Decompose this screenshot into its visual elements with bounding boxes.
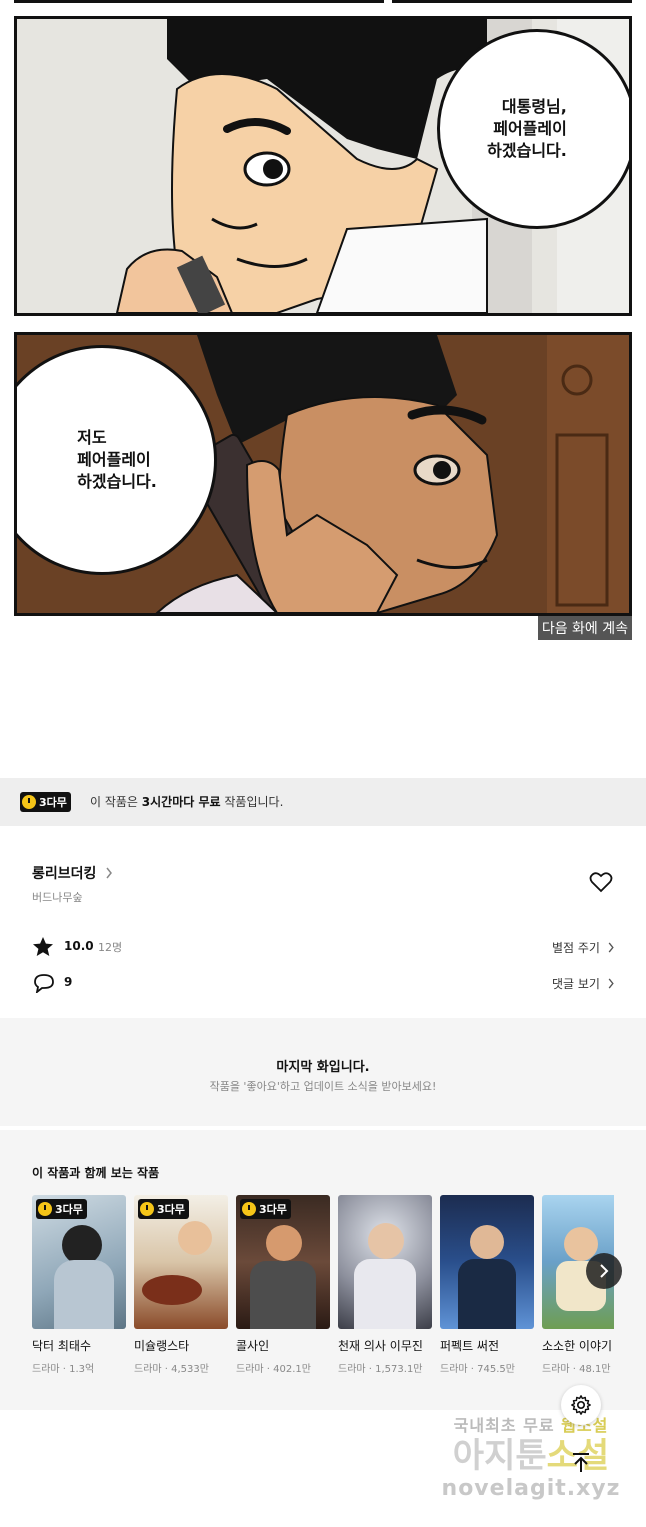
chevron-right-icon <box>608 942 614 953</box>
card-title: 미슐랭스타 <box>134 1339 190 1353</box>
cover-thumbnail <box>440 1195 534 1329</box>
comic-panel-1: 대통령님, 페어플레이 하겠습니다. <box>14 16 632 316</box>
previous-panel-edge <box>392 0 632 3</box>
card-meta: 드라마 · 1,573.1만 <box>338 1364 423 1375</box>
recommendation-card[interactable]: 3다무 콜사인 드라마 · 402.1만 <box>236 1195 330 1375</box>
card-title: 소소한 이야기 <box>542 1339 613 1353</box>
card-title: 퍼펙트 써전 <box>440 1339 500 1353</box>
recommendation-card[interactable]: 퍼펙트 써전 드라마 · 745.5만 <box>440 1195 534 1375</box>
cover-thumbnail <box>338 1195 432 1329</box>
free-notice-suffix: 작품입니다. <box>220 795 284 809</box>
watermark: 국내최초 무료 웹소설 아지툰소설 novelagit.xyz <box>426 1412 636 1501</box>
recommendation-card[interactable]: 천재 의사 이무진 드라마 · 1,573.1만 <box>338 1195 432 1375</box>
card-meta: 드라마 · 4,533만 <box>134 1364 209 1375</box>
card-meta: 드라마 · 48.1만 <box>542 1364 611 1375</box>
rating-count: 12명 <box>98 941 123 954</box>
clock-icon <box>38 1202 52 1216</box>
recommendation-card[interactable]: 3다무 미슐랭스타 드라마 · 4,533만 <box>134 1195 228 1375</box>
card-meta: 드라마 · 745.5만 <box>440 1364 515 1375</box>
cover-thumbnail: 3다무 <box>134 1195 228 1329</box>
free-notice-text: 이 작품은 3시간마다 무료 작품입니다. <box>90 793 283 810</box>
card-meta: 드라마 · 1.3억 <box>32 1364 95 1375</box>
speech-text-1: 대통령님, 페어플레이 하겠습니다. <box>487 97 567 160</box>
chevron-right-icon <box>600 1264 609 1278</box>
chevron-right-icon <box>106 867 113 879</box>
clock-icon <box>140 1202 154 1216</box>
work-title-link[interactable]: 롱리브더킹 <box>32 863 113 883</box>
watermark-line1a: 국내최초 무료 <box>453 1416 562 1435</box>
carousel-next-button[interactable] <box>586 1253 622 1289</box>
free-notice-bold: 3시간마다 무료 <box>141 795 221 809</box>
watermark-line3: novelagit.xyz <box>441 1476 621 1501</box>
comments-link[interactable]: 댓글 보기 <box>552 975 615 992</box>
free-badge: 3다무 <box>20 792 71 812</box>
cover-thumbnail: 3다무 <box>32 1195 126 1329</box>
comment-icon <box>34 974 54 993</box>
recommendations-section: 이 작품과 함께 보는 작품 3다무 닥터 최태수 드라마 · 1.3억 3다무… <box>0 1130 646 1410</box>
free-badge: 3다무 <box>36 1199 87 1219</box>
free-badge: 3다무 <box>240 1199 291 1219</box>
free-badge-label: 3다무 <box>55 1203 83 1216</box>
heart-icon[interactable] <box>589 871 613 893</box>
speech-bubble-1: 대통령님, 페어플레이 하겠습니다. <box>437 29 629 229</box>
speech-text-2: 저도 페어플레이 하겠습니다. <box>77 428 157 491</box>
to-be-continued-caption: 다음 화에 계속 <box>537 616 632 640</box>
comic-panel-2: 저도 페어플레이 하겠습니다. <box>14 332 632 616</box>
rate-link[interactable]: 별점 주기 <box>552 939 615 956</box>
clock-icon <box>242 1202 256 1216</box>
comment-count: 9 <box>64 975 73 989</box>
card-title: 콜사인 <box>236 1339 270 1353</box>
star-icon <box>33 937 53 956</box>
scroll-to-top-button[interactable] <box>561 1443 601 1483</box>
previous-panel-edge <box>14 0 384 3</box>
last-episode-subtitle: 작품을 '좋아요'하고 업데이트 소식을 받아보세요! <box>209 1080 437 1093</box>
free-badge-label: 3다무 <box>259 1203 287 1216</box>
clock-icon <box>22 795 36 809</box>
card-meta: 드라마 · 402.1만 <box>236 1364 311 1375</box>
free-badge-label: 3다무 <box>157 1203 185 1216</box>
arrow-up-icon <box>573 1453 589 1472</box>
free-badge-label: 3다무 <box>39 796 67 809</box>
free-badge: 3다무 <box>138 1199 189 1219</box>
card-title: 닥터 최태수 <box>32 1339 92 1353</box>
last-episode-notice: 마지막 화입니다. 작품을 '좋아요'하고 업데이트 소식을 받아보세요! <box>0 1018 646 1126</box>
rating-value: 10.0 <box>64 939 94 953</box>
card-title: 천재 의사 이무진 <box>338 1339 423 1353</box>
rate-link-label: 별점 주기 <box>552 941 600 955</box>
chevron-right-icon <box>608 978 614 989</box>
recommendations-heading: 이 작품과 함께 보는 작품 <box>32 1166 160 1180</box>
watermark-line2a: 아지툰 <box>452 1436 547 1476</box>
work-title: 롱리브더킹 <box>32 866 97 882</box>
free-notice-bar: 3다무 이 작품은 3시간마다 무료 작품입니다. <box>0 778 646 826</box>
cover-thumbnail: 3다무 <box>236 1195 330 1329</box>
free-notice-prefix: 이 작품은 <box>90 795 142 809</box>
gear-icon <box>571 1395 591 1415</box>
work-author[interactable]: 버드나무숲 <box>32 889 83 905</box>
last-episode-title: 마지막 화입니다. <box>276 1060 370 1075</box>
recommendation-card[interactable]: 3다무 닥터 최태수 드라마 · 1.3억 <box>32 1195 126 1375</box>
settings-button[interactable] <box>561 1385 601 1425</box>
comments-link-label: 댓글 보기 <box>552 977 600 991</box>
